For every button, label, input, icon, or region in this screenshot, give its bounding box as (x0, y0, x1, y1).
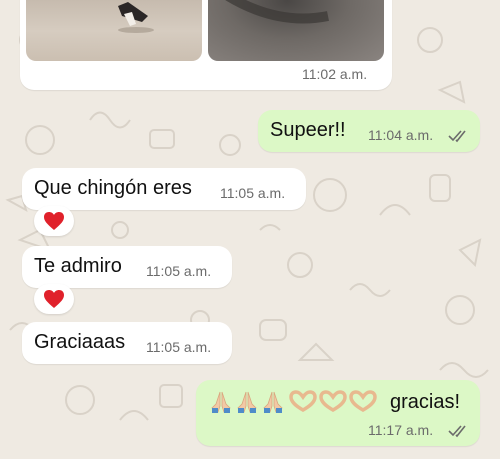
outgoing-message-bubble[interactable]: gracias! 11:17 a.m. (196, 380, 480, 446)
message-timestamp: 11:05 a.m. (220, 185, 286, 201)
message-text: Supeer!! (270, 119, 346, 141)
message-reaction[interactable] (34, 284, 74, 314)
incoming-message-bubble[interactable]: Graciaaas 11:05 a.m. (22, 322, 232, 364)
message-reaction[interactable] (34, 206, 74, 236)
double-check-read-icon (448, 425, 466, 438)
folded-hands-icon (263, 391, 283, 413)
heart-hands-icon (289, 390, 317, 413)
incoming-message-bubble[interactable]: Te admiro 11:05 a.m. (22, 246, 232, 288)
double-check-read-icon (448, 130, 466, 143)
photo-content-shoe (118, 2, 154, 33)
message-timestamp: 11:17 a.m. (368, 422, 434, 438)
red-heart-icon (44, 212, 64, 230)
photo-thumbnail-right[interactable] (208, 0, 384, 61)
message-text: gracias! (390, 391, 461, 413)
heart-hands-icon (349, 390, 377, 413)
incoming-message-bubble[interactable]: Que chingón eres 11:05 a.m. (22, 168, 306, 210)
message-timestamp: 11:04 a.m. (368, 127, 434, 143)
emoji-row (208, 390, 378, 416)
photo-content-blur (225, 0, 329, 24)
message-timestamp: 11:05 a.m. (146, 339, 212, 355)
folded-hands-icon (237, 391, 257, 413)
red-heart-icon (44, 290, 64, 308)
message-text: Graciaaas (34, 331, 126, 353)
folded-hands-icon (211, 391, 231, 413)
message-timestamp: 11:05 a.m. (146, 263, 212, 279)
photo-thumbnail-left[interactable] (26, 0, 202, 61)
outgoing-message-bubble[interactable]: Supeer!! 11:04 a.m. (258, 110, 480, 152)
photo-message-bubble[interactable]: 11:02 a.m. (20, 0, 392, 90)
message-text: Que chingón eres (34, 177, 192, 199)
message-text: Te admiro (34, 255, 122, 277)
photo-message-timestamp: 11:02 a.m. (302, 66, 368, 82)
heart-hands-icon (319, 390, 347, 413)
